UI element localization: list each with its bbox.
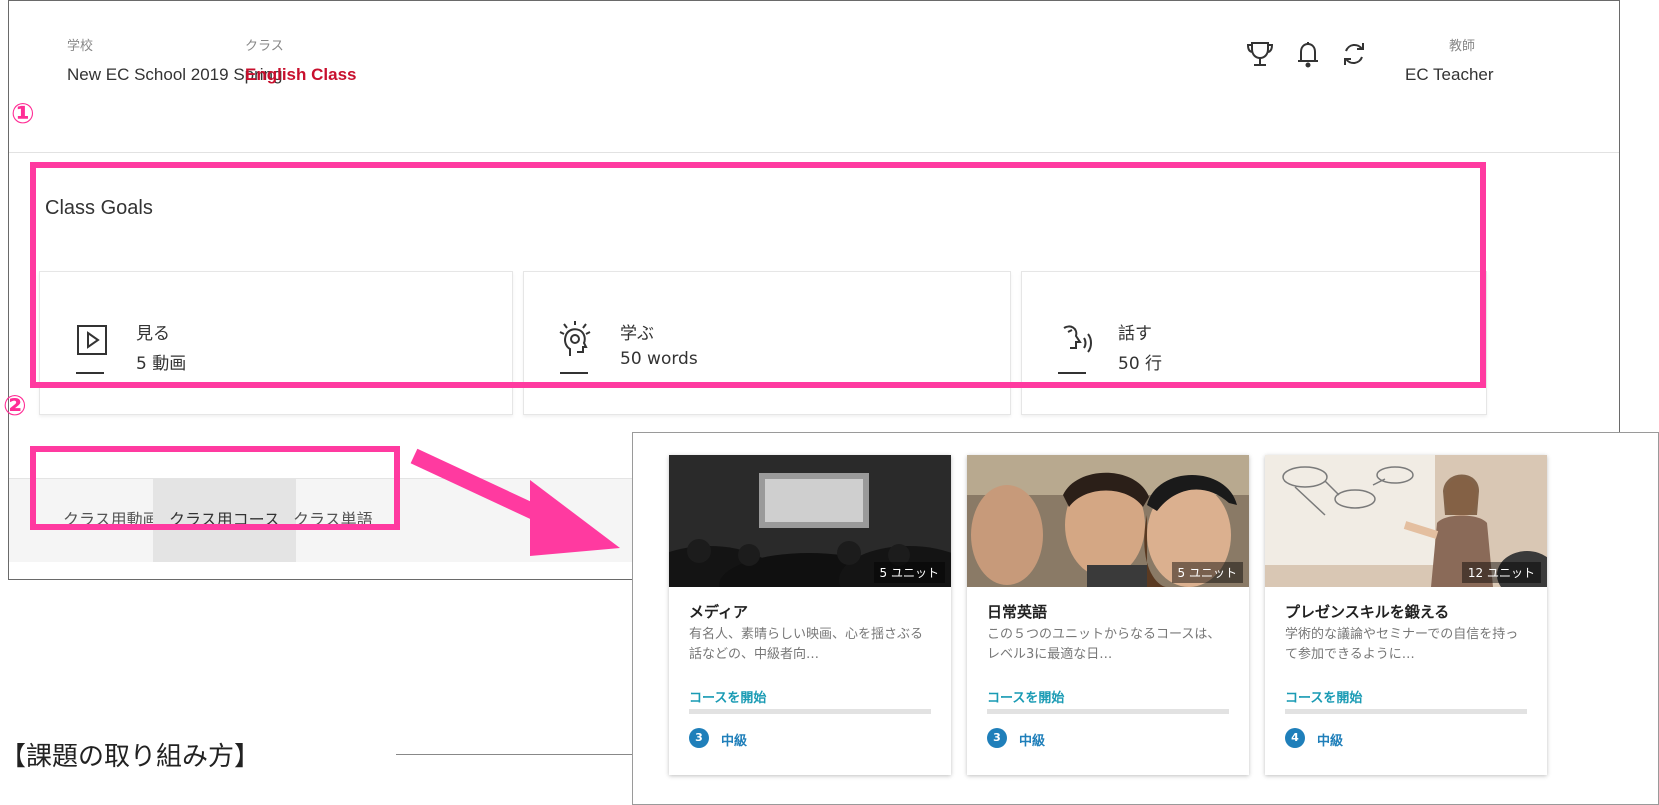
level-number-badge: 3 — [987, 728, 1007, 748]
course-description: この５つのユニットからなるコースは、レベル3に最適な日… — [987, 627, 1221, 662]
start-course-link[interactable]: コースを開始 — [1285, 687, 1362, 706]
class-label: クラス — [245, 39, 284, 54]
level-label: 中級 — [721, 734, 748, 749]
course-card-presentation[interactable]: 12 ユニット プレゼンスキルを鍛える 学術的な議論やセミナーでの自信を持って参… — [1265, 455, 1547, 775]
teacher-label: 教師 — [1449, 39, 1476, 54]
level-label: 中級 — [1317, 734, 1344, 749]
tabs-highlight-box — [30, 446, 400, 530]
teacher-name[interactable]: EC Teacher — [1405, 65, 1494, 85]
class-header: 学校 New EC School 2019 Spring クラス English… — [9, 1, 1619, 153]
heading-rule — [396, 754, 632, 755]
course-progress-bar — [987, 709, 1229, 714]
course-progress-bar — [1285, 709, 1527, 714]
course-title: プレゼンスキルを鍛える — [1285, 603, 1450, 621]
class-name[interactable]: English Class — [245, 65, 356, 85]
course-thumbnail-theater: 5 ユニット — [669, 455, 951, 587]
level-number-badge: 3 — [689, 728, 709, 748]
bell-icon[interactable] — [1291, 37, 1325, 71]
level-number-badge: 4 — [1285, 728, 1305, 748]
course-description: 学術的な議論やセミナーでの自信を持って参加できるように… — [1285, 627, 1519, 662]
unit-count-badge: 5 ユニット — [873, 562, 945, 583]
course-title: メディア — [689, 603, 748, 621]
school-label: 学校 — [67, 39, 94, 54]
level-label: 中級 — [1019, 734, 1046, 749]
course-description: 有名人、素晴らしい映画、心を揺さぶる話などの、中級者向… — [689, 627, 924, 662]
start-course-link[interactable]: コースを開始 — [987, 687, 1064, 706]
annotation-marker-2: ② — [3, 389, 27, 422]
course-thumbnail-friends: 5 ユニット — [967, 455, 1249, 587]
course-thumbnail-presenter: 12 ユニット — [1265, 455, 1547, 587]
goals-highlight-box — [30, 162, 1486, 388]
course-progress-bar — [689, 709, 931, 714]
start-course-link[interactable]: コースを開始 — [689, 687, 766, 706]
unit-count-badge: 12 ユニット — [1461, 562, 1541, 583]
course-title: 日常英語 — [987, 603, 1048, 621]
course-card-media[interactable]: 5 ユニット メディア 有名人、素晴らしい映画、心を揺さぶる話などの、中級者向…… — [669, 455, 951, 775]
unit-count-badge: 5 ユニット — [1171, 562, 1243, 583]
refresh-icon[interactable] — [1337, 37, 1371, 71]
section-heading: 【課題の取り組み方】 — [0, 742, 261, 772]
course-card-daily-english[interactable]: 5 ユニット 日常英語 この５つのユニットからなるコースは、レベル3に最適な日…… — [967, 455, 1249, 775]
course-list-panel: 5 ユニット メディア 有名人、素晴らしい映画、心を揺さぶる話などの、中級者向…… — [632, 432, 1659, 805]
trophy-icon[interactable] — [1243, 37, 1277, 71]
annotation-marker-1: ① — [11, 97, 35, 130]
pointer-arrow — [410, 448, 620, 556]
